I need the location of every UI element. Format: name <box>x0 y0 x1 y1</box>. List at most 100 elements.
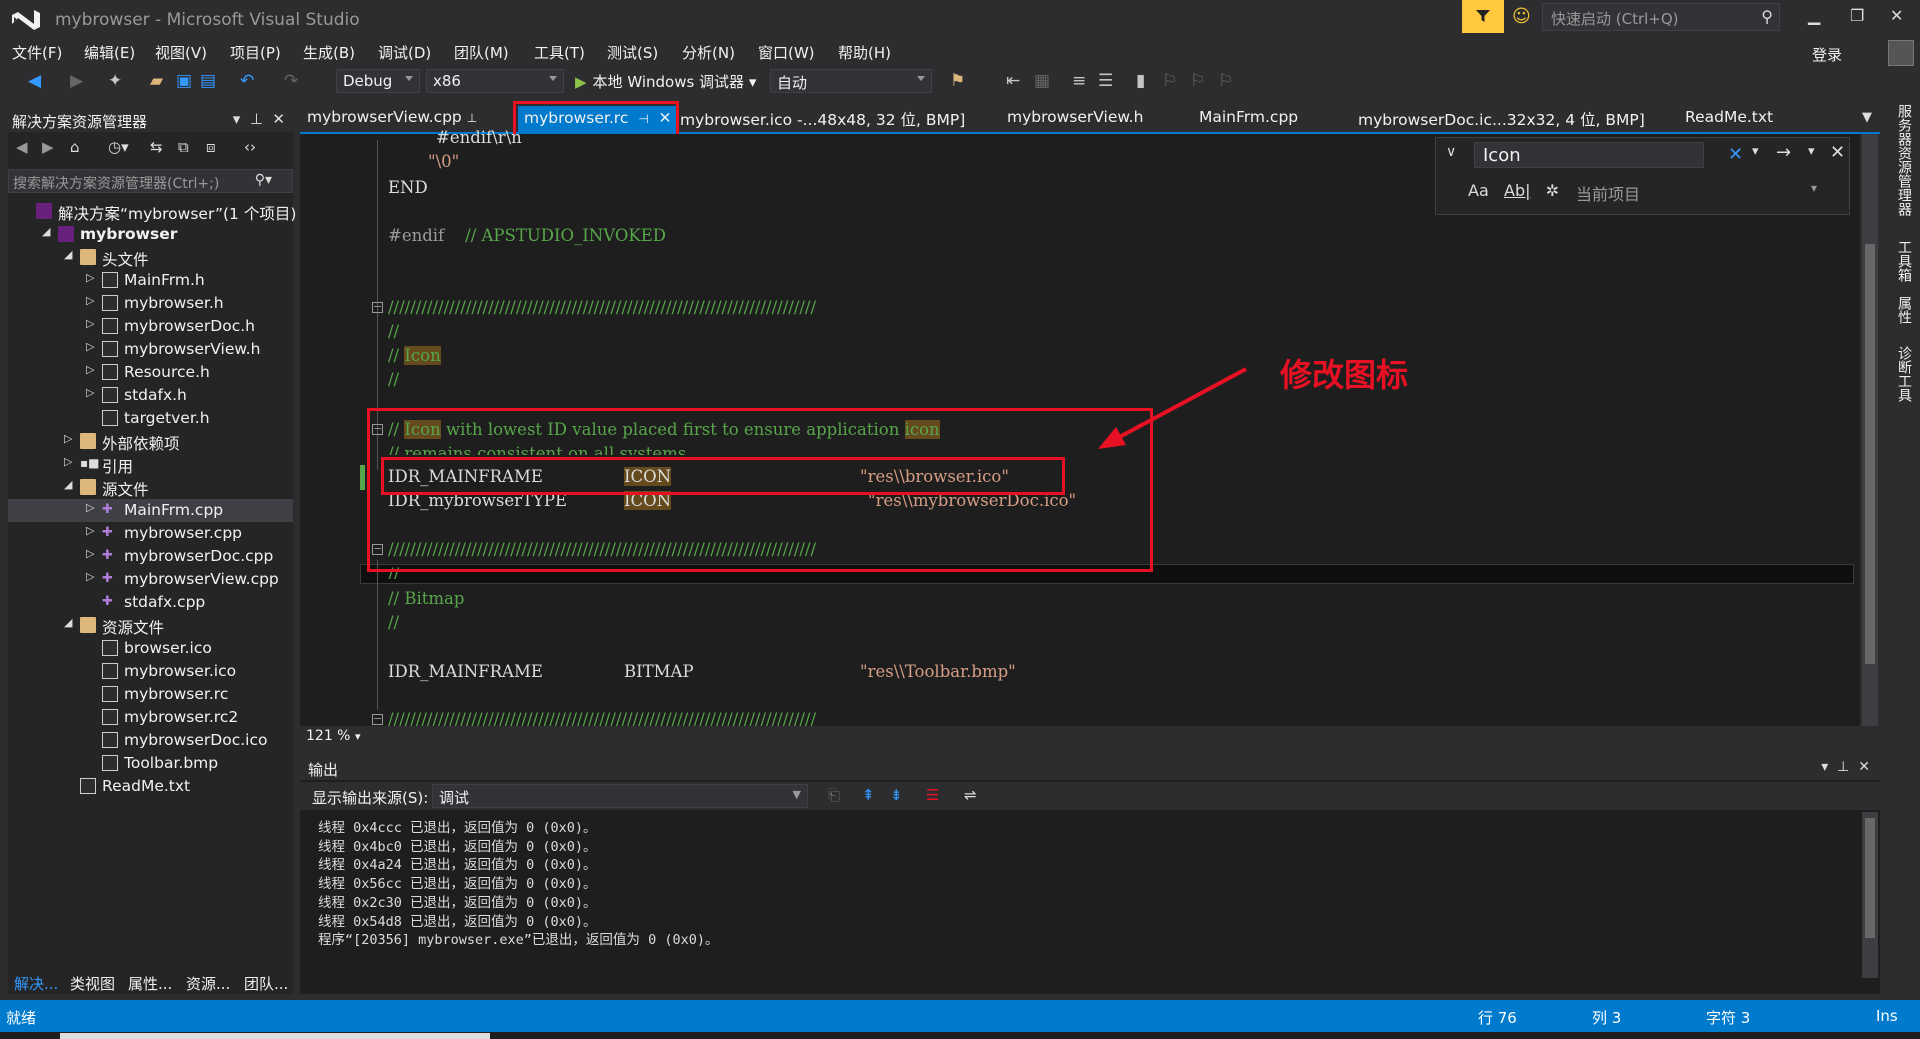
prev-message-icon[interactable]: ⇞ <box>862 786 875 804</box>
collapsed-arrow-icon[interactable]: ▷ <box>86 271 94 284</box>
tab-mybrowserview-h[interactable]: mybrowserView.h <box>1007 108 1143 126</box>
tree-item[interactable]: ◢ mybrowser <box>8 223 293 246</box>
tree-item[interactable]: ▷ Resource.h <box>8 361 293 384</box>
scrollbar-thumb[interactable] <box>1865 244 1875 664</box>
quick-launch-input[interactable]: 快速启动 (Ctrl+Q) ⚲ <box>1542 3 1780 31</box>
configuration-dropdown[interactable]: Debug <box>336 69 420 93</box>
output-vertical-scrollbar[interactable] <box>1862 812 1878 978</box>
panel-header-icons[interactable]: ▾ ⊥ ✕ <box>233 110 285 128</box>
tree-item[interactable]: ▷ ✚ mybrowserDoc.cpp <box>8 545 293 568</box>
menu-build[interactable]: 生成(B) <box>303 42 355 63</box>
tree-item[interactable]: targetver.h <box>8 407 293 430</box>
tree-item[interactable]: ◢ 源文件 <box>8 476 293 499</box>
collapsed-arrow-icon[interactable]: ▷ <box>86 547 94 560</box>
panel-header-icons[interactable]: ▾ ⊥ ✕ <box>1821 759 1870 775</box>
comment-icon[interactable]: ≡ <box>1072 71 1086 91</box>
restore-button[interactable]: ❐ <box>1850 6 1864 25</box>
find-scope-dropdown[interactable]: 当前项目 ▾ <box>1576 181 1817 205</box>
menu-view[interactable]: 视图(V) <box>155 42 207 63</box>
tab-class-view[interactable]: 类视图 <box>70 973 115 994</box>
save-all-icon[interactable]: ▤ <box>200 71 216 91</box>
expanded-arrow-icon[interactable]: ◢ <box>64 616 72 629</box>
tree-item[interactable]: mybrowser.rc <box>8 683 293 706</box>
menu-project[interactable]: 项目(P) <box>230 42 281 63</box>
tree-item[interactable]: ▷ ✚ mybrowser.cpp <box>8 522 293 545</box>
bookmark-next-icon[interactable]: ⚐ <box>1190 71 1205 91</box>
step-icon[interactable]: ⇤ <box>1006 71 1020 91</box>
find-options-icon[interactable]: ▾ <box>1808 144 1815 159</box>
tab-mainfrm-cpp[interactable]: MainFrm.cpp <box>1199 108 1298 126</box>
tab-solution-explorer[interactable]: 解决... <box>14 973 58 994</box>
user-avatar-icon[interactable] <box>1888 40 1914 66</box>
home-icon[interactable]: ⌂ <box>70 138 80 156</box>
zoom-level[interactable]: 121 % <box>306 728 350 744</box>
tree-item[interactable]: ▷ stdafx.h <box>8 384 293 407</box>
tree-item[interactable]: mybrowser.rc2 <box>8 706 293 729</box>
menu-help[interactable]: 帮助(H) <box>838 42 891 63</box>
tab-mybrowser-ico[interactable]: mybrowser.ico -...48x48, 32 位, BMP] <box>680 108 965 130</box>
start-debugging-button[interactable]: ▶ 本地 Windows 调试器 ▾ <box>575 71 756 92</box>
tree-item[interactable]: browser.ico <box>8 637 293 660</box>
menu-tools[interactable]: 工具(T) <box>534 42 585 63</box>
expand-replace-icon[interactable]: ∨ <box>1446 144 1456 160</box>
menu-team[interactable]: 团队(M) <box>454 42 509 63</box>
run-mode-dropdown[interactable]: 自动 <box>770 69 932 93</box>
collapsed-arrow-icon[interactable]: ▷ <box>86 340 94 353</box>
editor-vertical-scrollbar[interactable] <box>1862 134 1878 726</box>
output-source-dropdown[interactable]: 调试 ▼ <box>432 784 808 808</box>
redo-icon[interactable]: ↷ <box>284 71 298 91</box>
login-link[interactable]: 登录 <box>1812 44 1842 65</box>
expanded-arrow-icon[interactable]: ◢ <box>42 225 50 238</box>
notification-filter-button[interactable] <box>1462 0 1504 33</box>
clear-search-icon[interactable]: ✕ <box>1728 144 1743 165</box>
close-window-button[interactable]: ✕ <box>1890 6 1903 25</box>
collapsed-arrow-icon[interactable]: ▷ <box>86 317 94 330</box>
platform-dropdown[interactable]: x86 <box>426 69 564 93</box>
tree-item[interactable]: ReadMe.txt <box>8 775 293 798</box>
collapsed-arrow-icon[interactable]: ▷ <box>64 455 72 468</box>
bookmark-prev-icon[interactable]: ⚐ <box>1162 71 1177 91</box>
tree-item[interactable]: mybrowser.ico <box>8 660 293 683</box>
scrollbar-thumb[interactable] <box>1865 818 1875 938</box>
tree-item[interactable]: ▷ 外部依赖项 <box>8 430 293 453</box>
menu-analyze[interactable]: 分析(N) <box>682 42 735 63</box>
fold-toggle-icon[interactable]: − <box>372 713 383 725</box>
feedback-smiley-icon[interactable]: ☺ <box>1512 6 1531 27</box>
tab-server-explorer[interactable]: 服务器资源管理器 <box>1894 104 1914 216</box>
tree-item[interactable]: ◢ 头文件 <box>8 246 293 269</box>
minimize-button[interactable]: ▁ <box>1808 6 1820 25</box>
tree-item[interactable]: ✚ stdafx.cpp <box>8 591 293 614</box>
next-message-icon[interactable]: ⇟ <box>890 786 903 804</box>
tree-item[interactable]: Toolbar.bmp <box>8 752 293 775</box>
pin-icon[interactable]: ⊥ <box>467 111 477 125</box>
tab-properties-panel[interactable]: 属性 <box>1894 296 1914 324</box>
tab-readme-txt[interactable]: ReadMe.txt <box>1685 108 1773 126</box>
tree-item[interactable]: ▷ mybrowserView.h <box>8 338 293 361</box>
word-wrap-icon[interactable]: ⇌ <box>964 786 977 804</box>
tab-properties[interactable]: 属性... <box>128 973 172 994</box>
tree-item[interactable]: ▷ mybrowser.h <box>8 292 293 315</box>
find-message-icon[interactable]: ⎗ <box>828 786 840 804</box>
bookmark-clear-icon[interactable]: ⚐ <box>1218 71 1233 91</box>
bookmark-icon[interactable]: ▮ <box>1136 71 1145 91</box>
menu-file[interactable]: 文件(F) <box>12 42 62 63</box>
expanded-arrow-icon[interactable]: ◢ <box>64 478 72 491</box>
tree-item[interactable]: mybrowserDoc.ico <box>8 729 293 752</box>
tree-item[interactable]: ◢ 资源文件 <box>8 614 293 637</box>
tab-diagnostic-tools[interactable]: 诊断工具 <box>1894 346 1914 402</box>
regex-icon[interactable]: ✲ <box>1546 181 1559 200</box>
collapsed-arrow-icon[interactable]: ▷ <box>86 363 94 376</box>
sync-icon[interactable]: ⇆ <box>150 138 163 156</box>
find-input[interactable]: Icon <box>1474 142 1704 168</box>
expanded-arrow-icon[interactable]: ◢ <box>64 248 72 261</box>
menu-test[interactable]: 测试(S) <box>607 42 658 63</box>
tree-item[interactable]: ▷ MainFrm.h <box>8 269 293 292</box>
menu-window[interactable]: 窗口(W) <box>758 42 815 63</box>
uncomment-icon[interactable]: ☰ <box>1098 71 1113 91</box>
tab-overflow-icon[interactable]: ▼ <box>1862 110 1872 125</box>
save-icon[interactable]: ▣ <box>176 71 192 91</box>
menu-debug[interactable]: 调试(D) <box>378 42 431 63</box>
match-word-icon[interactable]: Ab| <box>1504 181 1531 200</box>
tab-mybrowserview-cpp[interactable]: mybrowserView.cpp ⊥ <box>307 108 477 126</box>
new-project-icon[interactable]: ✦ <box>108 71 122 91</box>
